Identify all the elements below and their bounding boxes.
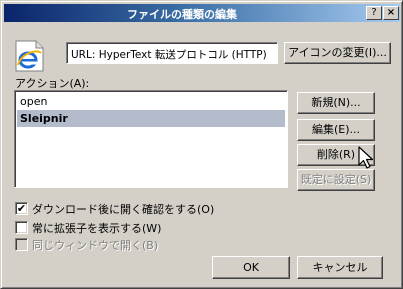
edit-button[interactable]: 編集(E)... [297, 119, 375, 141]
close-button[interactable]: × [383, 6, 399, 20]
actions-listbox[interactable]: open Sleipnir [14, 90, 288, 188]
change-icon-button[interactable]: アイコンの変更(I)... [284, 42, 391, 64]
new-button[interactable]: 新規(N)... [297, 92, 375, 114]
actions-label: アクション(A): [15, 77, 90, 90]
confirm-open-checkbox[interactable]: ✔ [15, 202, 28, 215]
dialog-title: ファイルの種類の編集 [127, 8, 237, 21]
list-item-sleipnir[interactable]: Sleipnir [17, 110, 285, 127]
title-bar[interactable]: ファイルの種類の編集 ? × [4, 4, 400, 22]
confirm-open-label: ダウンロード後に開く確認をする(O) [32, 203, 215, 216]
ok-button[interactable]: OK [212, 256, 290, 279]
cancel-button[interactable]: キャンセル [297, 256, 383, 279]
edit-file-type-dialog: ファイルの種類の編集 ? × URL: HyperText 転送プロトコル (H… [0, 0, 403, 289]
browse-same-window-label: 同じウィンドウで開く(B) [32, 239, 159, 252]
help-button[interactable]: ? [366, 6, 382, 20]
mouse-pointer-icon [358, 146, 378, 172]
set-default-button[interactable]: 既定に設定(S) [297, 169, 375, 191]
internet-explorer-icon [14, 40, 48, 72]
list-item-open[interactable]: open [17, 93, 285, 110]
file-type-description: URL: HyperText 転送プロトコル (HTTP) [66, 42, 278, 64]
browse-same-window-checkbox [15, 238, 28, 251]
always-show-extension-label: 常に拡張子を表示する(W) [32, 222, 162, 235]
always-show-extension-checkbox[interactable] [15, 221, 28, 234]
